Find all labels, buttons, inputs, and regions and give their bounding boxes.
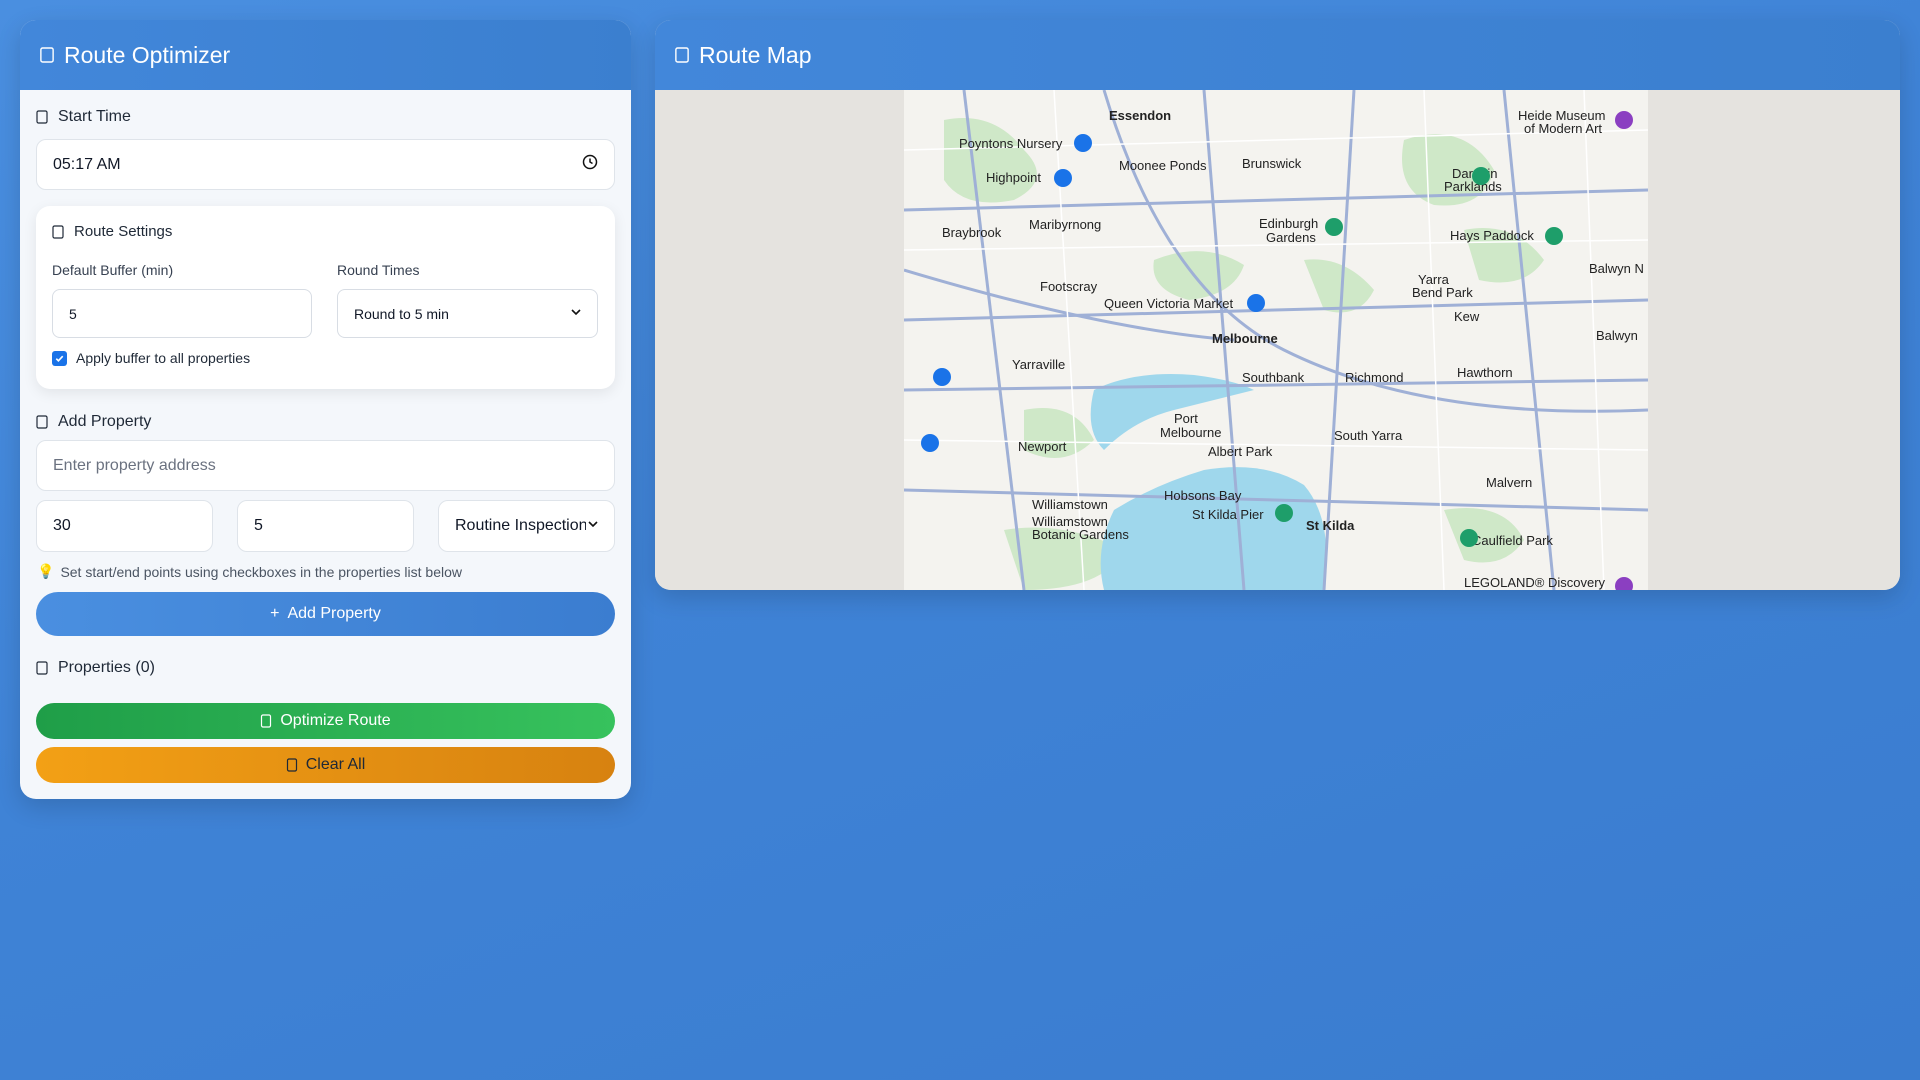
map-title: Route Map	[699, 41, 812, 68]
chevron-down-icon	[569, 305, 583, 322]
inspection-type-value: Routine Inspection	[455, 517, 587, 534]
svg-text:Albert Park: Albert Park	[1208, 444, 1273, 459]
list-icon	[36, 661, 48, 675]
duration-value: 30	[53, 517, 71, 534]
start-time-label-text: Start Time	[58, 108, 131, 125]
start-time-input[interactable]: 05:17 AM	[36, 139, 615, 190]
lightbulb-icon: 💡	[37, 563, 55, 579]
route-icon	[40, 44, 54, 66]
svg-text:South Yarra: South Yarra	[1334, 428, 1403, 443]
clock-section-icon	[36, 110, 48, 124]
route-settings-card: Route Settings Default Buffer (min) Roun…	[36, 206, 615, 389]
svg-text:Kew: Kew	[1454, 309, 1480, 324]
route-map-panel: Route Map Essendon Moonee Ponds Brunswic…	[655, 20, 1900, 590]
svg-text:Richmond: Richmond	[1345, 370, 1404, 385]
svg-text:LEGOLAND® Discovery: LEGOLAND® Discovery	[1464, 575, 1606, 590]
hint-text: Set start/end points using checkboxes in…	[60, 563, 462, 580]
property-buffer-value: 5	[254, 517, 263, 534]
apply-buffer-row[interactable]: Apply buffer to all properties	[52, 350, 250, 366]
svg-text:Balwyn: Balwyn	[1596, 328, 1638, 343]
svg-text:Poyntons Nursery: Poyntons Nursery	[959, 136, 1063, 151]
route-map-header: Route Map	[655, 20, 1900, 90]
map-icon	[675, 44, 689, 66]
apply-buffer-checkbox[interactable]	[52, 350, 67, 366]
svg-text:Edinburgh: Edinburgh	[1259, 216, 1318, 231]
route-settings-title-text: Route Settings	[74, 223, 173, 240]
svg-text:Melbourne: Melbourne	[1212, 331, 1278, 346]
default-buffer-input[interactable]: 5	[52, 289, 312, 338]
round-times-value: Round to 5 min	[354, 305, 449, 322]
start-time-value: 05:17 AM	[53, 155, 121, 173]
panel-title: Route Optimizer	[64, 41, 231, 68]
svg-text:Caulfield Park: Caulfield Park	[1472, 533, 1553, 548]
default-buffer-label: Default Buffer (min)	[52, 262, 174, 278]
svg-text:Melbourne: Melbourne	[1160, 425, 1221, 440]
settings-icon	[52, 224, 64, 239]
address-placeholder: Enter property address	[53, 456, 216, 474]
svg-text:Footscray: Footscray	[1040, 279, 1098, 294]
optimize-route-label: Optimize Route	[280, 712, 391, 729]
properties-count: Properties (0)	[58, 659, 155, 676]
svg-text:Yarraville: Yarraville	[1012, 357, 1065, 372]
map-container[interactable]: Essendon Moonee Ponds Brunswick Poyntons…	[655, 90, 1900, 590]
route-optimizer-header: Route Optimizer	[20, 20, 631, 90]
svg-text:Newport: Newport	[1018, 439, 1067, 454]
svg-text:Hays Paddock: Hays Paddock	[1450, 228, 1534, 243]
add-property-label-text: Add Property	[58, 413, 152, 430]
svg-text:Southbank: Southbank	[1242, 370, 1305, 385]
svg-text:Hawthorn: Hawthorn	[1457, 365, 1513, 380]
svg-text:Moonee Ponds: Moonee Ponds	[1119, 158, 1207, 173]
svg-text:Port: Port	[1174, 411, 1198, 426]
properties-label: Properties (0)	[36, 659, 155, 677]
svg-text:Williamstown: Williamstown	[1032, 497, 1108, 512]
start-end-hint: 💡 Set start/end points using checkboxes …	[37, 563, 462, 580]
add-property-section-icon	[36, 415, 48, 429]
svg-text:Parklands: Parklands	[1444, 179, 1502, 194]
optimize-icon	[260, 714, 272, 728]
svg-text:St Kilda Pier: St Kilda Pier	[1192, 507, 1264, 522]
svg-text:St Kilda: St Kilda	[1306, 518, 1355, 533]
inspection-type-select[interactable]: Routine Inspection	[438, 500, 615, 552]
svg-text:Balwyn N: Balwyn N	[1589, 261, 1644, 276]
svg-text:Essendon: Essendon	[1109, 108, 1171, 123]
default-buffer-value: 5	[69, 305, 77, 322]
svg-text:Gardens: Gardens	[1266, 230, 1316, 245]
svg-text:Braybrook: Braybrook	[942, 225, 1002, 240]
add-property-button-label: Add Property	[287, 605, 381, 622]
clear-all-label: Clear All	[305, 756, 366, 773]
map-view[interactable]: Essendon Moonee Ponds Brunswick Poyntons…	[904, 90, 1648, 590]
svg-text:Bend Park: Bend Park	[1412, 285, 1473, 300]
apply-buffer-label: Apply buffer to all properties	[76, 350, 251, 366]
property-address-input[interactable]: Enter property address	[36, 440, 615, 491]
svg-text:Malvern: Malvern	[1486, 475, 1532, 490]
clear-all-button[interactable]: Clear All	[36, 747, 615, 783]
svg-text:Highpoint: Highpoint	[986, 170, 1041, 185]
svg-text:of Modern Art: of Modern Art	[1524, 121, 1602, 136]
add-property-button[interactable]: + Add Property	[36, 592, 615, 636]
plus-icon: +	[270, 605, 280, 622]
route-settings-title: Route Settings	[52, 223, 172, 240]
svg-text:Queen Victoria Market: Queen Victoria Market	[1104, 296, 1233, 311]
svg-text:Brunswick: Brunswick	[1242, 156, 1302, 171]
round-times-label: Round Times	[337, 262, 420, 278]
trash-icon	[286, 758, 298, 772]
svg-text:Maribyrnong: Maribyrnong	[1029, 217, 1101, 232]
route-optimizer-panel: Route Optimizer	[20, 20, 631, 799]
duration-input[interactable]: 30	[36, 500, 213, 552]
add-property-label: Add Property	[36, 413, 151, 431]
start-time-label: Start Time	[36, 108, 131, 126]
svg-text:Hobsons Bay: Hobsons Bay	[1164, 488, 1242, 503]
clock-icon[interactable]	[582, 154, 598, 175]
property-buffer-input[interactable]: 5	[237, 500, 414, 552]
optimize-route-button[interactable]: Optimize Route	[36, 703, 615, 739]
svg-text:Botanic Gardens: Botanic Gardens	[1032, 527, 1129, 542]
round-times-select[interactable]: Round to 5 min	[337, 289, 598, 338]
chevron-down-icon	[586, 517, 600, 536]
